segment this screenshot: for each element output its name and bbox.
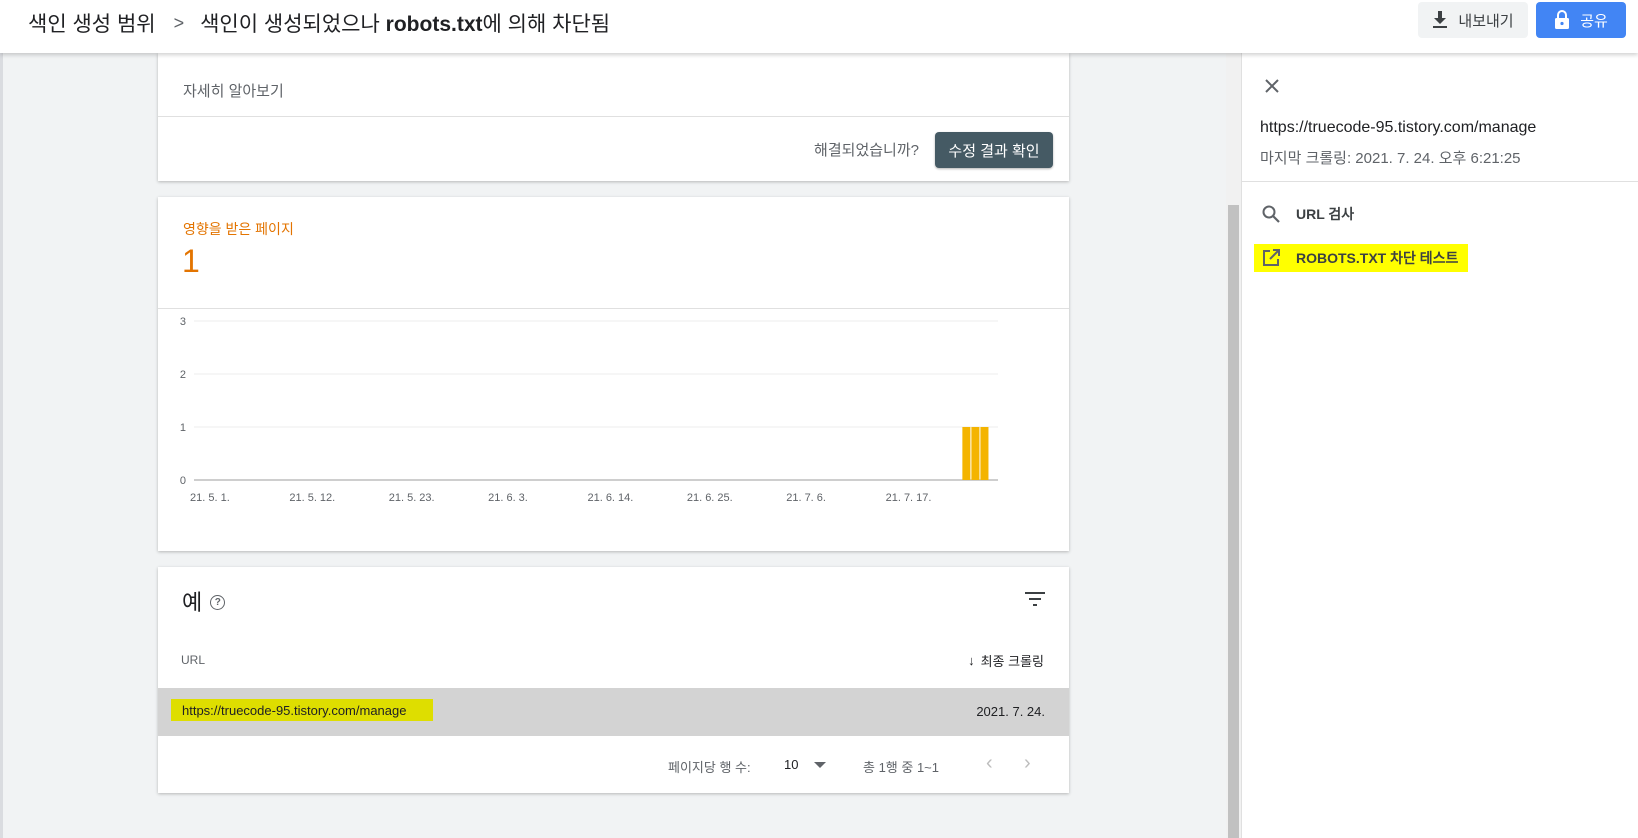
x-tick-label: 21. 5. 12. <box>289 492 335 504</box>
y-tick-label: 1 <box>180 422 186 434</box>
page-title-bold: robots.txt <box>385 13 483 36</box>
x-tick-label: 21. 6. 3. <box>488 492 528 504</box>
close-icon[interactable] <box>1264 78 1280 94</box>
breadcrumb: 색인 생성 범위 > 색인이 생성되었으나 robots.txt에 의해 차단됨 <box>28 8 610 38</box>
examples-title: 예 ? <box>182 585 226 617</box>
column-header-last-crawl[interactable]: ↓ 최종 크롤링 <box>968 651 1044 670</box>
top-header: 색인 생성 범위 > 색인이 생성되었으나 robots.txt에 의해 차단됨… <box>0 0 1638 53</box>
scrollbar-thumb[interactable] <box>1228 205 1239 838</box>
chart-bar <box>962 427 971 480</box>
column-header-last-crawl-label: 최종 크롤링 <box>980 654 1044 669</box>
help-icon[interactable]: ? <box>210 595 226 610</box>
y-tick-label: 2 <box>180 369 186 381</box>
breadcrumb-root[interactable]: 색인 생성 범위 <box>28 8 156 38</box>
prev-page-button[interactable]: ‹ <box>986 752 993 775</box>
resolved-question: 해결되었습니까? <box>814 142 919 159</box>
affected-pages-chart: 0 1 2 3 21. 5. 1. 21. 5. 12. 21. 5. 23. 21. 6. … <box>180 316 998 504</box>
examples-title-text: 예 <box>182 590 203 615</box>
x-tick-label: 21. 6. 14. <box>587 492 633 504</box>
table-row[interactable]: https://truecode-95.tistory.com/manage 2… <box>158 688 1069 736</box>
pagination: 페이지당 행 수: 10 총 1행 중 1~1 ‹ › <box>158 736 1069 793</box>
breadcrumb-separator: > <box>173 12 185 33</box>
x-tick-label: 21. 6. 25. <box>687 492 733 504</box>
sort-arrow-icon: ↓ <box>968 653 975 668</box>
column-header-url[interactable]: URL <box>181 653 205 667</box>
left-edge <box>0 0 3 838</box>
examples-card: 예 ? URL ↓ 최종 크롤링 https://truecode-95.tis… <box>158 567 1069 793</box>
robots-txt-tester-label: ROBOTS.TXT 차단 테스트 <box>1296 250 1459 266</box>
row-date: 2021. 7. 24. <box>976 704 1045 719</box>
share-label: 공유 <box>1580 12 1608 30</box>
inspected-url: https://truecode-95.tistory.com/manage <box>1260 119 1537 136</box>
validate-fix-button[interactable]: 수정 결과 확인 <box>935 132 1053 168</box>
page-title-pre: 색인이 생성되었으나 <box>200 13 386 36</box>
last-crawl-text: 마지막 크롤링: 2021. 7. 24. 오후 6:21:25 <box>1260 150 1521 167</box>
y-tick-label: 0 <box>180 475 186 487</box>
filter-icon[interactable] <box>1025 591 1045 607</box>
page-title: 색인이 생성되었으나 robots.txt에 의해 차단됨 <box>200 8 610 38</box>
chart-bar <box>971 427 980 480</box>
affected-pages-count: 1 <box>182 243 200 279</box>
x-tick-label: 21. 5. 23. <box>389 492 435 504</box>
side-panel: https://truecode-95.tistory.com/manage 마… <box>1241 53 1638 838</box>
export-label: 내보내기 <box>1458 12 1514 30</box>
pagination-range: 총 1행 중 1~1 <box>863 760 939 775</box>
rows-per-page-select[interactable]: 10 <box>784 757 798 772</box>
x-tick-label: 21. 7. 17. <box>886 492 932 504</box>
url-inspection-link[interactable]: URL 검사 <box>1262 204 1354 224</box>
card-divider <box>158 116 1069 117</box>
open-in-new-icon <box>1263 249 1280 266</box>
rows-per-page-label: 페이지당 행 수: <box>668 760 751 775</box>
x-tick-label: 21. 7. 6. <box>786 492 826 504</box>
x-tick-label: 21. 5. 1. <box>190 492 230 504</box>
affected-pages-card: 영향을 받은 페이지 1 0 1 2 3 21. 5. 1. 21. 5. 12. 21. … <box>158 197 1069 551</box>
search-icon <box>1262 205 1280 223</box>
row-url[interactable]: https://truecode-95.tistory.com/manage <box>171 699 434 721</box>
robots-txt-tester-link[interactable]: ROBOTS.TXT 차단 테스트 <box>1254 244 1469 272</box>
export-button[interactable]: 내보내기 <box>1418 2 1528 38</box>
panel-divider <box>1242 181 1638 182</box>
next-page-button[interactable]: › <box>1024 752 1031 775</box>
dropdown-caret-icon[interactable] <box>814 762 826 768</box>
chart-bar <box>980 427 989 480</box>
share-button[interactable]: 공유 <box>1536 2 1626 38</box>
y-tick-label: 3 <box>180 316 186 328</box>
url-inspection-label: URL 검사 <box>1296 206 1355 222</box>
download-icon <box>1433 11 1448 28</box>
lock-icon <box>1555 10 1570 29</box>
page-title-post: 에 의해 차단됨 <box>482 13 611 36</box>
learn-more-link[interactable]: 자세히 알아보기 <box>183 80 284 101</box>
details-card: 자세히 알아보기 해결되었습니까? 수정 결과 확인 <box>158 53 1069 181</box>
affected-pages-label: 영향을 받은 페이지 <box>183 221 294 237</box>
